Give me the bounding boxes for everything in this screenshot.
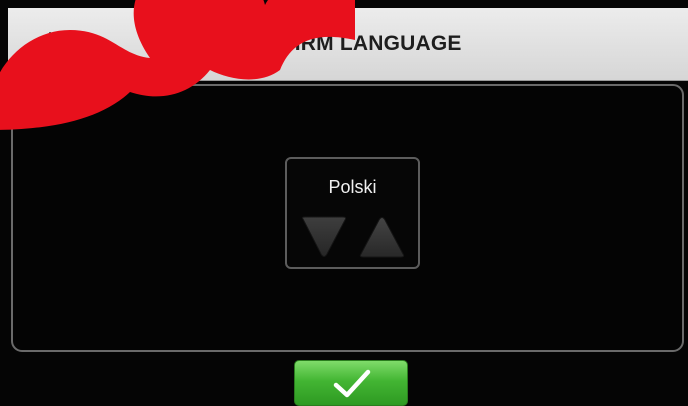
checkmark-icon	[333, 369, 371, 398]
triangle-down-icon[interactable]	[299, 215, 349, 259]
header-bar: A ㅂ ج CONFIRM LANGUAGE	[8, 8, 688, 81]
language-selector: Polski	[285, 157, 420, 269]
confirm-language-screen: A ㅂ ج CONFIRM LANGUAGE Polski	[0, 0, 688, 406]
confirm-button[interactable]	[294, 360, 408, 406]
triangle-up-icon[interactable]	[357, 215, 407, 259]
selected-language-label: Polski	[328, 177, 377, 197]
page-title: CONFIRM LANGUAGE	[234, 32, 462, 55]
